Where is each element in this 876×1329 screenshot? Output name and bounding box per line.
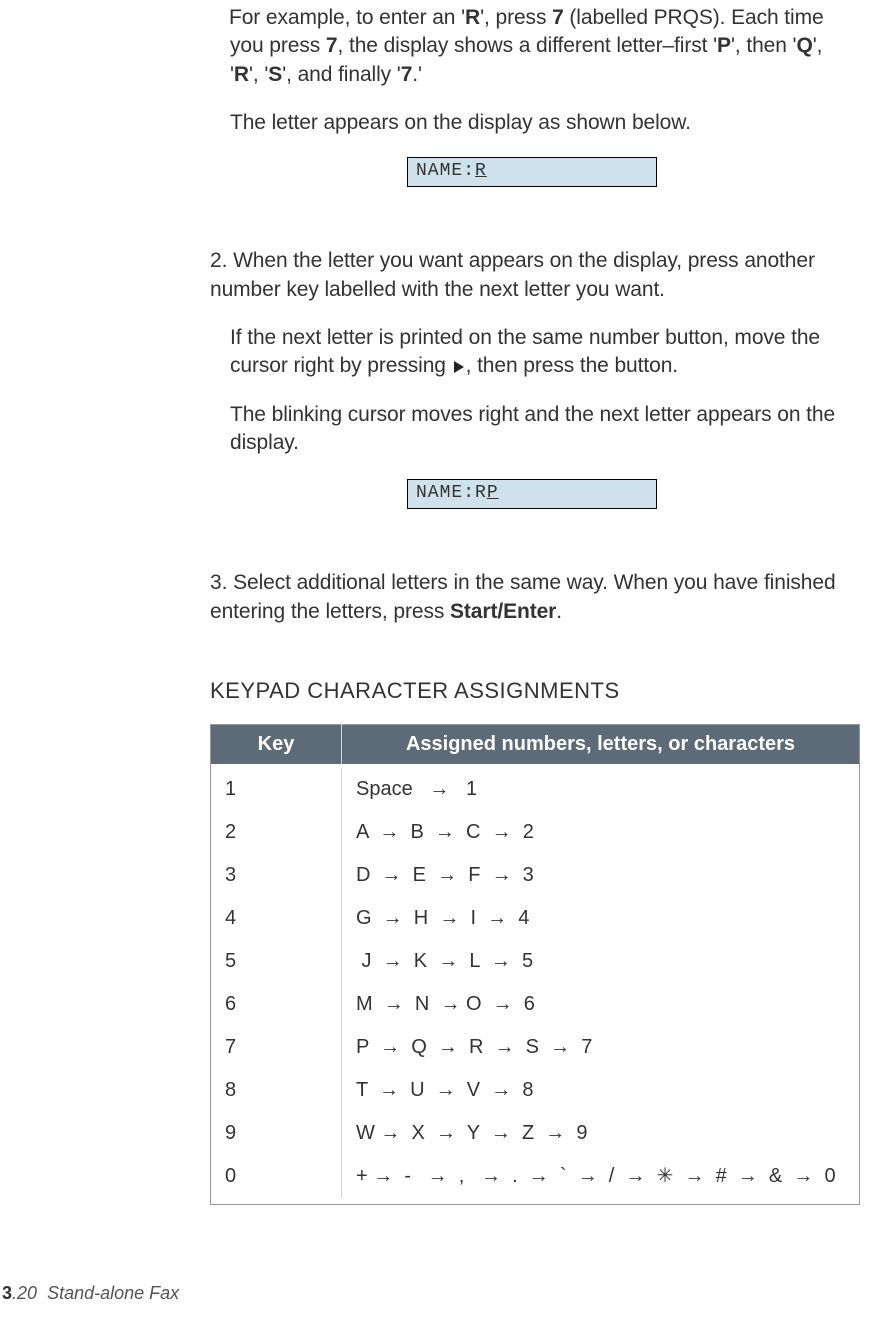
lcd-display-1: NAME:R bbox=[407, 157, 657, 187]
keypad-heading: KEYPAD CHARACTER ASSIGNMENTS bbox=[210, 676, 854, 706]
table-row: 7P → Q → R → S → 7 bbox=[211, 1026, 860, 1069]
table-row: 4G → H → I → 4 bbox=[211, 897, 860, 940]
right-arrow-icon bbox=[454, 361, 464, 373]
table-row: 5 J → K → L → 5 bbox=[211, 940, 860, 983]
table-row: 0+ → - → , → . → ` → / → ✳ → # → & → 0 bbox=[211, 1155, 860, 1198]
table-row: 9W → X → Y → Z → 9 bbox=[211, 1112, 860, 1155]
table-row: 1Space → 1 bbox=[211, 768, 860, 811]
table-row: 8T → U → V → 8 bbox=[211, 1069, 860, 1112]
page-footer: 3.20 Stand-alone Fax bbox=[2, 1281, 179, 1305]
intro-paragraph-1: For example, to enter an 'R', press 7 (l… bbox=[230, 4, 854, 89]
step-3: 3. Select additional letters in the same… bbox=[210, 569, 854, 626]
lcd-display-2: NAME:RP bbox=[407, 479, 657, 509]
table-header-chars: Assigned numbers, letters, or characters bbox=[342, 724, 860, 764]
keypad-table: Key Assigned numbers, letters, or charac… bbox=[210, 724, 860, 1205]
step-2-detail-1: If the next letter is printed on the sam… bbox=[230, 324, 854, 381]
intro-paragraph-2: The letter appears on the display as sho… bbox=[230, 109, 854, 137]
table-row: 2A → B → C → 2 bbox=[211, 811, 860, 854]
table-row: 3D → E → F → 3 bbox=[211, 854, 860, 897]
table-header-key: Key bbox=[211, 724, 342, 764]
step-2-detail-2: The blinking cursor moves right and the … bbox=[230, 401, 854, 458]
table-row: 6M → N → O → 6 bbox=[211, 983, 860, 1026]
step-2: 2. When the letter you want appears on t… bbox=[210, 247, 854, 304]
